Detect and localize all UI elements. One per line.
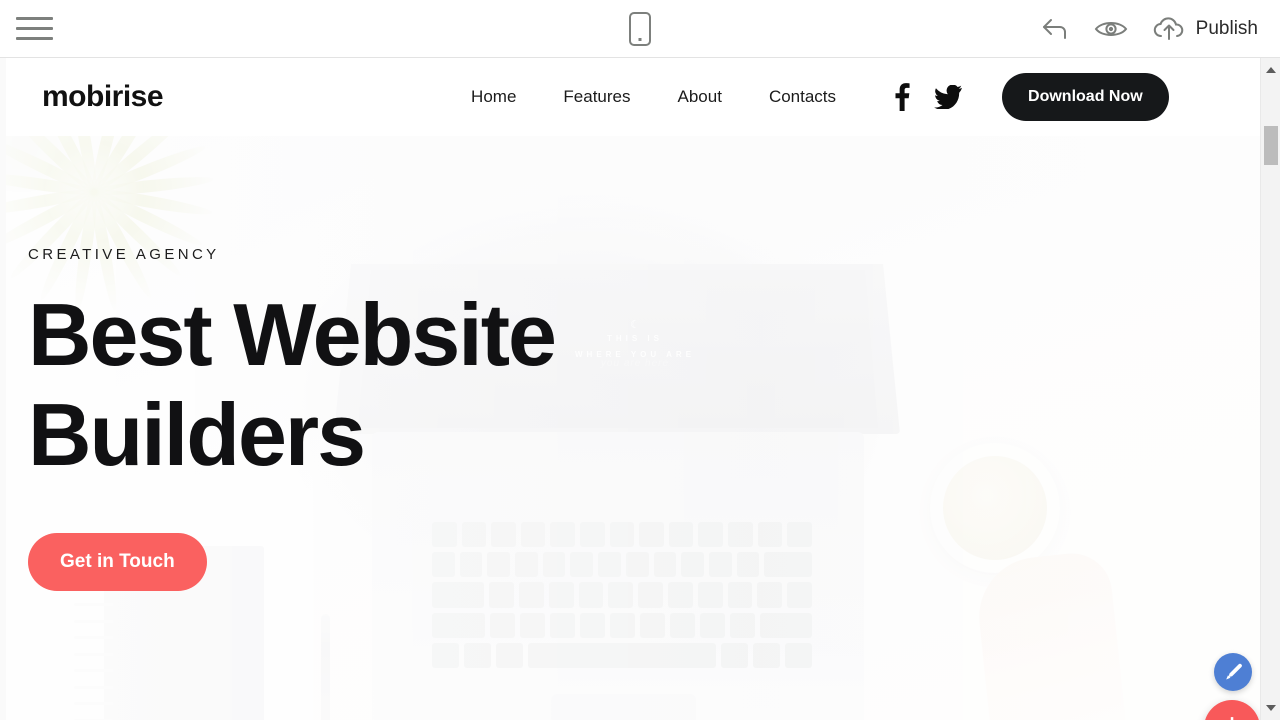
hero-headline: Best Website Builders bbox=[28, 285, 557, 485]
site-preview-canvas: mobirise Home Features About Contacts Do… bbox=[0, 58, 1280, 720]
twitter-icon[interactable] bbox=[934, 85, 963, 109]
nav-links: Home Features About Contacts bbox=[471, 87, 836, 107]
style-fab[interactable] bbox=[1214, 653, 1252, 691]
mobile-device-icon[interactable] bbox=[629, 11, 651, 46]
nav-link-contacts[interactable]: Contacts bbox=[769, 87, 836, 107]
hero-section[interactable]: ☾ THIS IS WHERE YOU ARE you are here bbox=[6, 136, 1264, 720]
site-navbar: mobirise Home Features About Contacts Do… bbox=[6, 58, 1264, 136]
brand-logo[interactable]: mobirise bbox=[42, 80, 164, 114]
undo-arrow-icon[interactable] bbox=[1040, 16, 1070, 42]
hamburger-bar bbox=[16, 17, 53, 20]
paintbrush-icon bbox=[1226, 663, 1242, 680]
nav-link-features[interactable]: Features bbox=[563, 87, 630, 107]
scroll-thumb[interactable] bbox=[1264, 126, 1278, 165]
facebook-icon[interactable] bbox=[894, 83, 910, 111]
hero-kicker: CREATIVE AGENCY bbox=[28, 246, 220, 263]
hamburger-bar bbox=[16, 37, 53, 40]
hero-headline-line-1: Best Website bbox=[28, 285, 557, 384]
hero-content: CREATIVE AGENCY Best Website Builders Ge… bbox=[28, 246, 557, 591]
download-now-button[interactable]: Download Now bbox=[1002, 73, 1169, 121]
nav-social-links bbox=[894, 83, 963, 111]
nav-link-about[interactable]: About bbox=[678, 87, 722, 107]
hero-headline-line-2: Builders bbox=[28, 385, 366, 484]
scroll-down-arrow[interactable] bbox=[1261, 698, 1280, 718]
scroll-up-arrow[interactable] bbox=[1261, 60, 1280, 80]
eye-icon[interactable] bbox=[1094, 17, 1128, 41]
publish-button[interactable]: Publish bbox=[1152, 16, 1258, 42]
cloud-upload-icon bbox=[1152, 16, 1186, 42]
get-in-touch-button[interactable]: Get in Touch bbox=[28, 533, 207, 591]
plus-icon: + bbox=[1222, 709, 1242, 720]
nav-link-home[interactable]: Home bbox=[471, 87, 516, 107]
hamburger-bar bbox=[16, 27, 53, 30]
editor-toolbar: Publish bbox=[0, 0, 1280, 58]
toolbar-actions: Publish bbox=[1040, 16, 1258, 42]
hamburger-icon[interactable] bbox=[16, 14, 56, 44]
publish-label: Publish bbox=[1195, 17, 1258, 39]
vertical-scrollbar[interactable] bbox=[1260, 58, 1280, 720]
